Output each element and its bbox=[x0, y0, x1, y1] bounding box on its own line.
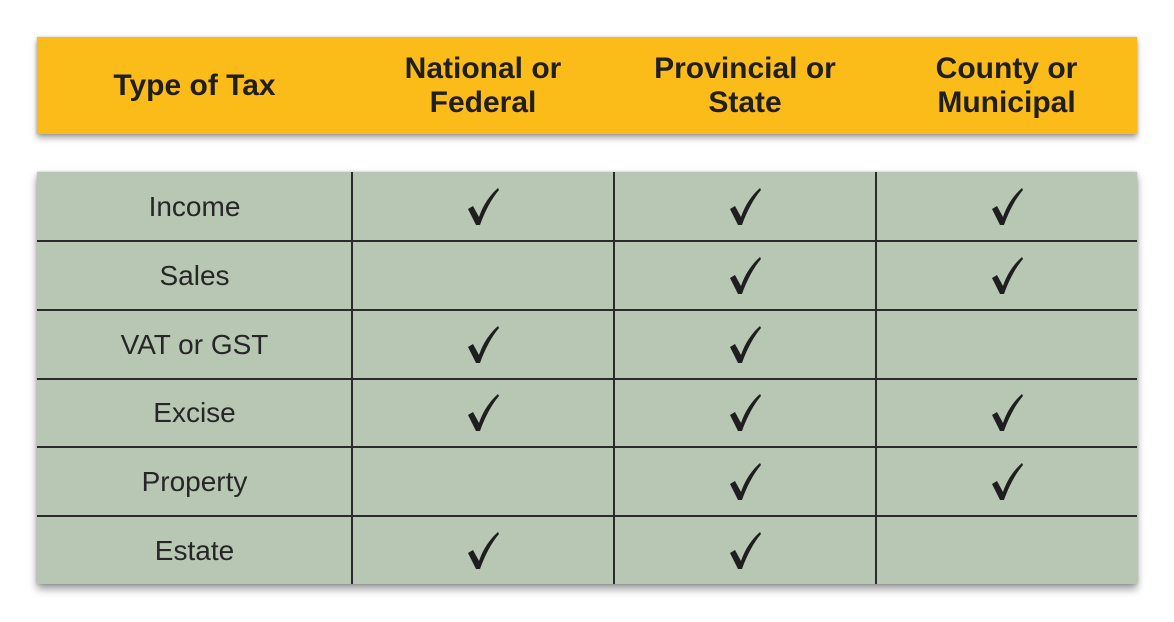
county-cell bbox=[876, 311, 1137, 379]
check-mark-icon bbox=[730, 394, 761, 431]
check-mark-icon bbox=[991, 394, 1023, 431]
national-cell bbox=[352, 379, 614, 447]
provincial-cell bbox=[614, 379, 876, 447]
provincial-cell bbox=[614, 173, 876, 241]
check-mark-icon bbox=[730, 257, 761, 294]
check-mark-icon bbox=[730, 463, 761, 500]
tax-type-label: Sales bbox=[159, 260, 230, 291]
tax-type-label: Income bbox=[148, 191, 241, 222]
header-provincial-state: Provincial or State bbox=[654, 51, 836, 119]
tax-type-label: VAT or GST bbox=[120, 329, 269, 360]
table-row: Income bbox=[37, 173, 1137, 241]
provincial-cell bbox=[614, 242, 876, 310]
provincial-cell bbox=[614, 517, 876, 585]
check-mark-icon bbox=[991, 257, 1023, 294]
tax-type-label: Property bbox=[141, 466, 248, 497]
check-mark-icon bbox=[991, 463, 1023, 500]
check-mark-icon bbox=[468, 326, 499, 363]
check-mark-icon bbox=[468, 188, 499, 225]
table-row: Estate bbox=[37, 517, 1137, 585]
national-cell bbox=[352, 517, 614, 585]
check-mark-icon bbox=[468, 532, 499, 569]
table-row: VAT or GST bbox=[37, 311, 1137, 379]
national-cell bbox=[352, 311, 614, 379]
row-label-cell: Income bbox=[37, 173, 352, 241]
check-mark-icon bbox=[730, 326, 761, 363]
national-cell bbox=[352, 173, 614, 241]
check-mark-icon bbox=[468, 394, 499, 431]
row-label-cell: Sales bbox=[37, 242, 352, 310]
tax-table: Income Sales VAT or GST Excise Property … bbox=[37, 172, 1137, 584]
row-label-cell: Property bbox=[37, 448, 352, 516]
table-row: Excise bbox=[37, 379, 1137, 447]
county-cell bbox=[876, 242, 1137, 310]
tax-type-label: Estate bbox=[154, 535, 235, 566]
national-cell bbox=[352, 242, 614, 310]
table-row: Property bbox=[37, 448, 1137, 516]
check-mark-icon bbox=[730, 532, 761, 569]
table-header: Type of Tax National or Federal Provinci… bbox=[37, 37, 1137, 134]
row-label-cell: Excise bbox=[37, 379, 352, 447]
row-label-cell: Estate bbox=[37, 517, 352, 585]
header-type-of-tax: Type of Tax bbox=[113, 68, 276, 102]
provincial-cell bbox=[614, 448, 876, 516]
county-cell bbox=[876, 517, 1137, 585]
tax-type-label: Excise bbox=[153, 397, 236, 428]
provincial-cell bbox=[614, 311, 876, 379]
row-label-cell: VAT or GST bbox=[37, 311, 352, 379]
header-national-federal: National or Federal bbox=[404, 51, 562, 119]
county-cell bbox=[876, 173, 1137, 241]
check-mark-icon bbox=[991, 188, 1023, 225]
county-cell bbox=[876, 379, 1137, 447]
national-cell bbox=[352, 448, 614, 516]
county-cell bbox=[876, 448, 1137, 516]
check-mark-icon bbox=[730, 188, 761, 225]
header-county-municipal: County or Municipal bbox=[935, 51, 1078, 119]
table-row: Sales bbox=[37, 242, 1137, 310]
